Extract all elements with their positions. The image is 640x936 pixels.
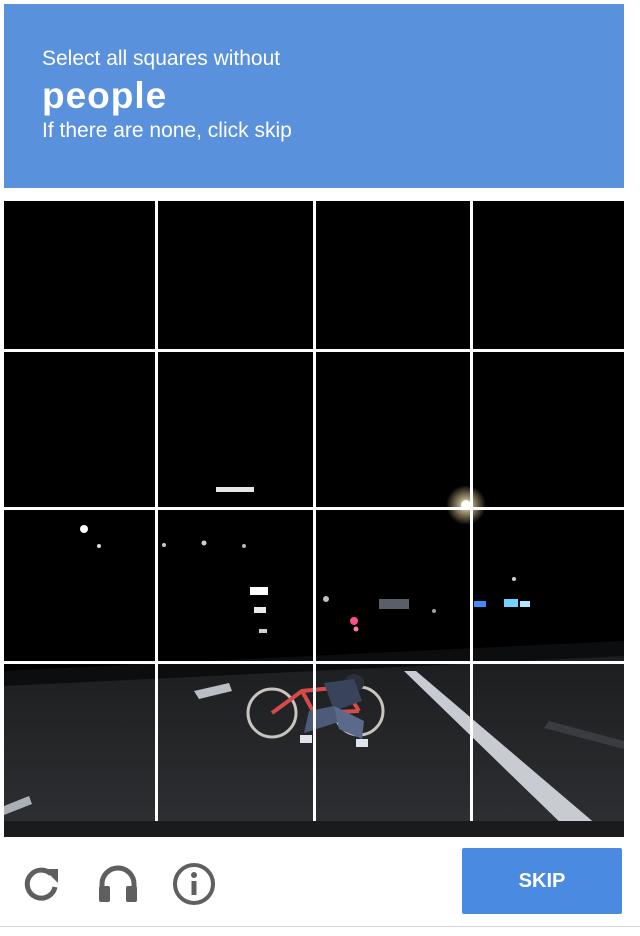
headphones-icon: [99, 865, 137, 902]
instruction-header: Select all squares without people If the…: [4, 4, 624, 188]
grid-tile-r3c2[interactable]: [158, 510, 313, 661]
footer-divider: [0, 926, 640, 927]
instruction-text: Select all squares without: [42, 47, 281, 70]
grid-tile-r4c2[interactable]: [158, 664, 313, 821]
grid-tile-r1c1[interactable]: [4, 201, 155, 349]
grid-tile-r1c2[interactable]: [158, 201, 313, 349]
challenge-image-grid: [4, 201, 624, 837]
captcha-widget: Select all squares without people If the…: [0, 0, 640, 936]
audio-challenge-button[interactable]: [94, 860, 142, 908]
captcha-footer: SKIP: [0, 838, 640, 936]
grid-tile-r4c1[interactable]: [4, 664, 155, 821]
grid-tile-r2c1[interactable]: [4, 352, 155, 507]
skip-button[interactable]: SKIP: [462, 848, 622, 914]
grid-tile-r3c3[interactable]: [316, 510, 470, 661]
info-icon: [173, 863, 215, 905]
grid-tile-r2c4[interactable]: [473, 352, 624, 507]
grid-tile-r3c1[interactable]: [4, 510, 155, 661]
grid-tile-r2c2[interactable]: [158, 352, 313, 507]
grid-tile-r1c4[interactable]: [473, 201, 624, 349]
instruction-subtext: If there are none, click skip: [42, 119, 292, 142]
info-button[interactable]: [170, 860, 218, 908]
grid-tile-r3c4[interactable]: [473, 510, 624, 661]
reload-button[interactable]: [18, 860, 66, 908]
grid-tile-r1c3[interactable]: [316, 201, 470, 349]
reload-icon: [24, 867, 58, 901]
grid-tile-r2c3[interactable]: [316, 352, 470, 507]
grid-tile-r4c4[interactable]: [473, 664, 624, 821]
grid-tile-r4c3[interactable]: [316, 664, 470, 821]
instruction-target: people: [42, 75, 168, 116]
